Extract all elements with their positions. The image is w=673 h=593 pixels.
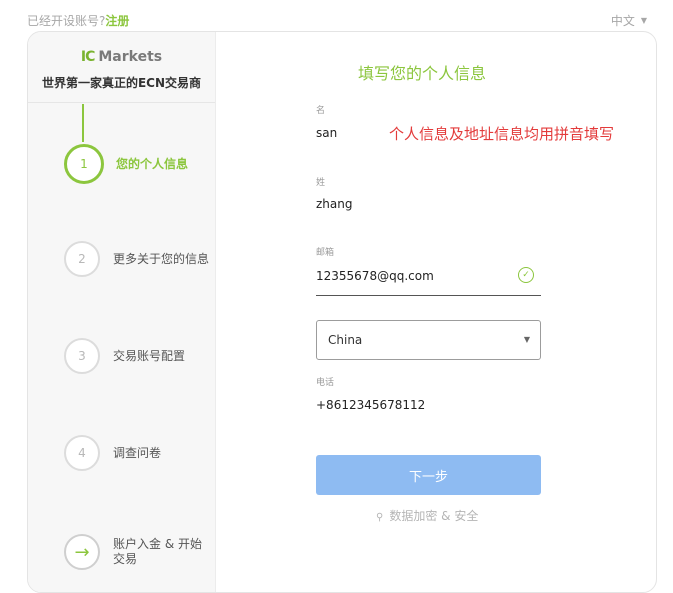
registration-card: IC Markets 世界第一家真正的ECN交易商 1 您的个人信息 2 更多关… (27, 31, 657, 593)
step-label: 交易账号配置 (113, 348, 186, 363)
language-label: 中文 (610, 14, 635, 28)
language-selector[interactable]: 中文 ▼ (611, 12, 647, 29)
email-field[interactable]: 12355678@qq.com (316, 269, 434, 283)
brand-tagline: 世界第一家真正的ECN交易商 (41, 76, 202, 90)
email-underline (316, 295, 541, 296)
progress-line (82, 104, 84, 142)
brand-divider (28, 102, 215, 103)
dropdown-arrow-icon: ▼ (523, 335, 530, 344)
first-name-field[interactable]: san (316, 126, 337, 140)
secure-text: 数据加密 & 安全 (389, 509, 479, 523)
brand: IC Markets 世界第一家真正的ECN交易商 (28, 46, 215, 91)
step-number: 4 (64, 435, 100, 471)
already-registered-text: 已经开设账号?注册 (27, 12, 129, 29)
country-value: China (328, 333, 363, 347)
logo-mark: IC (80, 49, 96, 65)
step-label: 您的个人信息 (116, 156, 189, 171)
check-circle-icon: ✓ (518, 267, 534, 283)
step-personal-info[interactable]: 1 您的个人信息 (64, 144, 214, 184)
steps-sidebar: IC Markets 世界第一家真正的ECN交易商 1 您的个人信息 2 更多关… (28, 32, 216, 592)
form-title: 填写您的个人信息 (358, 64, 487, 83)
step-number: 2 (64, 241, 100, 277)
country-select[interactable]: China ▼ (316, 320, 541, 360)
step-number: 1 (64, 144, 104, 184)
logo-name: Markets (98, 49, 163, 65)
step-more-info[interactable]: 2 更多关于您的信息 (64, 241, 214, 277)
already-label: 已经开设账号? (27, 14, 106, 28)
secure-notice: ⚲ 数据加密 & 安全 (376, 507, 478, 524)
step-number: 3 (64, 338, 100, 374)
phone-field[interactable]: +8612345678112 (316, 398, 425, 412)
register-link[interactable]: 注册 (105, 14, 129, 28)
step-fund-and-trade[interactable]: → 账户入金 & 开始交易 (64, 534, 214, 570)
last-name-field[interactable]: zhang (316, 197, 352, 211)
step-questionnaire[interactable]: 4 调查问卷 (64, 435, 214, 471)
ic-markets-logo: IC Markets (81, 46, 162, 68)
last-name-label: 姓 (316, 178, 326, 188)
location-pin-icon: ⚲ (376, 512, 384, 523)
step-label: 更多关于您的信息 (113, 251, 210, 266)
step-label: 账户入金 & 开始交易 (113, 537, 202, 566)
caret-down-icon: ▼ (640, 16, 647, 25)
step-label: 调查问卷 (113, 445, 162, 460)
pinyin-note: 个人信息及地址信息均用拼音填写 (389, 125, 615, 143)
arrow-right-icon: → (64, 534, 100, 570)
step-account-config[interactable]: 3 交易账号配置 (64, 338, 214, 374)
phone-label: 电话 (316, 378, 335, 388)
email-label: 邮箱 (316, 248, 335, 258)
next-step-button[interactable]: 下一步 (316, 455, 541, 495)
first-name-label: 名 (316, 106, 326, 116)
form-panel: 填写您的个人信息 名 san 个人信息及地址信息均用拼音填写 姓 zhang 邮… (216, 32, 656, 592)
